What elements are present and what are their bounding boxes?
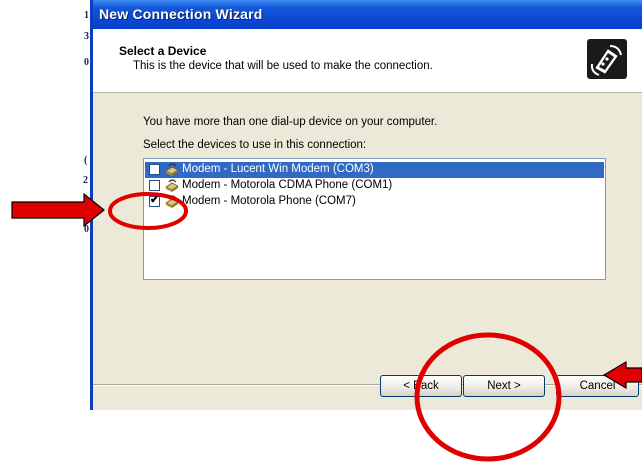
wizard-window: New Connection Wizard Select a Device Th… <box>90 0 642 410</box>
device-label: Modem - Motorola Phone (COM7) <box>182 195 356 207</box>
device-checkbox[interactable] <box>149 180 160 191</box>
modem-icon <box>165 163 179 176</box>
background-text-fragment: 1 <box>84 10 89 21</box>
background-text-fragment: 2 <box>83 175 88 186</box>
title-bar[interactable]: New Connection Wizard <box>93 0 642 29</box>
intro-text: You have more than one dial-up device on… <box>143 116 438 128</box>
checkmark-icon: ✔ <box>150 194 160 206</box>
device-label: Modem - Lucent Win Modem (COM3) <box>182 163 374 175</box>
page-subtitle: This is the device that will be used to … <box>133 60 433 72</box>
background-text-fragment: ( <box>84 155 88 166</box>
modem-icon <box>165 195 179 208</box>
wizard-header: Select a Device This is the device that … <box>93 29 642 93</box>
device-item-motorola-cdma[interactable]: Modem - Motorola CDMA Phone (COM1) <box>145 178 604 194</box>
background-text-fragment: 0 <box>84 57 89 68</box>
background-text-fragment: 0 <box>84 224 89 235</box>
window-title: New Connection Wizard <box>99 6 263 22</box>
device-list[interactable]: Modem - Lucent Win Modem (COM3) Modem - … <box>143 158 606 280</box>
back-button[interactable]: < Back <box>380 375 462 397</box>
next-button[interactable]: Next > <box>463 375 545 397</box>
instruction-text: Select the devices to use in this connec… <box>143 139 367 151</box>
device-label: Modem - Motorola CDMA Phone (COM1) <box>182 179 393 191</box>
cancel-button[interactable]: Cancel <box>556 375 639 397</box>
background-text-fragment: 3 <box>84 31 89 42</box>
device-checkbox[interactable] <box>149 164 160 175</box>
modem-wizard-icon <box>587 39 627 79</box>
device-checkbox-checked[interactable]: ✔ <box>149 194 160 207</box>
device-item-motorola-phone[interactable]: ✔ Modem - Motorola Phone (COM7) <box>145 194 604 210</box>
modem-icon <box>165 179 179 192</box>
page-title: Select a Device <box>119 44 207 58</box>
device-item-lucent[interactable]: Modem - Lucent Win Modem (COM3) <box>145 162 604 178</box>
